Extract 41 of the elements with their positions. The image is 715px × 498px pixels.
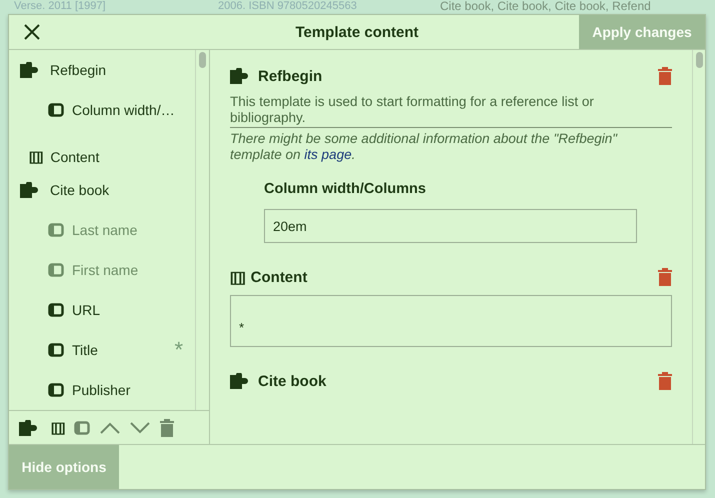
chevron-down-icon bbox=[130, 422, 150, 434]
content-field[interactable]: * bbox=[230, 295, 672, 347]
delete-button[interactable] bbox=[658, 67, 672, 85]
parameter-icon bbox=[48, 303, 64, 317]
trash-icon bbox=[658, 372, 672, 390]
template-note: There might be some additional information about the "Refbegin" template on its page. bbox=[230, 131, 618, 163]
scrollbar-thumb[interactable] bbox=[696, 52, 702, 68]
add-content-button[interactable]: [[]] bbox=[47, 414, 68, 442]
chevron-up-icon bbox=[100, 422, 120, 434]
parameter-icon bbox=[48, 343, 64, 357]
section-title: Cite book bbox=[258, 372, 326, 390]
trash-icon bbox=[160, 418, 174, 436]
scrollbar-thumb[interactable] bbox=[199, 52, 206, 68]
trash-icon bbox=[658, 67, 672, 85]
its-page-link[interactable]: its page bbox=[304, 147, 352, 162]
delete-button[interactable] bbox=[658, 372, 672, 390]
background-text: Cite book, Cite book, Cite book, Refend bbox=[440, 0, 651, 13]
delete-button[interactable] bbox=[658, 268, 672, 286]
parameter-input[interactable]: 20em bbox=[264, 209, 637, 243]
parameter-icon bbox=[48, 383, 64, 397]
wikitext-icon: [[]] bbox=[230, 269, 245, 285]
required-mark: * bbox=[174, 339, 183, 361]
outline-item[interactable]: Cite book bbox=[9, 170, 195, 210]
section-title: Refbegin bbox=[258, 68, 322, 84]
outline-item[interactable]: Refbegin bbox=[9, 50, 195, 90]
parameter-icon bbox=[48, 223, 64, 237]
section-title: Content bbox=[250, 268, 308, 286]
trash-icon bbox=[658, 268, 672, 286]
close-icon bbox=[24, 24, 40, 40]
wikitext-icon: [[]] bbox=[29, 149, 42, 165]
dialog-title: Template content bbox=[294, 24, 420, 40]
outline-item[interactable]: URL bbox=[9, 290, 195, 330]
outline-item[interactable]: [[]] Content bbox=[9, 130, 195, 170]
template-description: This template is used to start formatting for a reference list or bibliography. bbox=[230, 94, 672, 128]
outline-item[interactable]: Title * bbox=[9, 330, 195, 370]
parameter-label: Column width/Columns bbox=[264, 181, 427, 197]
outline-item[interactable]: Publisher bbox=[9, 370, 195, 410]
parameter-icon bbox=[48, 263, 64, 277]
parameter-icon bbox=[48, 103, 64, 117]
parameter-icon bbox=[74, 420, 90, 434]
outline-item[interactable]: Column width/… bbox=[9, 90, 195, 130]
